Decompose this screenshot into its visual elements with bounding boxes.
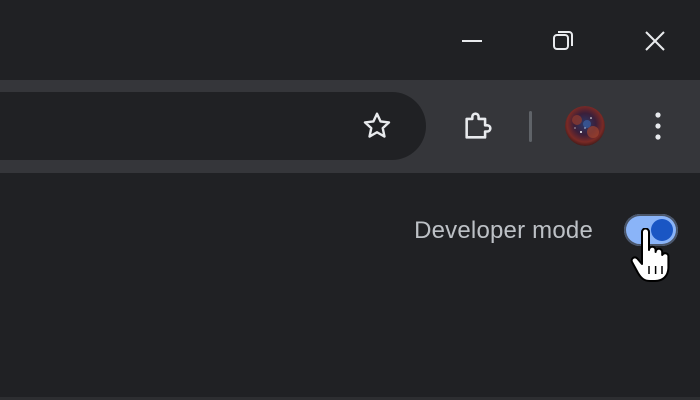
browser-toolbar <box>0 80 700 173</box>
star-icon <box>363 112 391 138</box>
title-bar <box>0 0 700 80</box>
close-icon <box>645 31 665 51</box>
extensions-page-content: Developer mode <box>0 173 700 400</box>
restore-icon <box>553 31 573 50</box>
avatar[interactable] <box>565 106 605 146</box>
bookmark-button[interactable] <box>354 103 400 149</box>
browser-window: Developer mode <box>0 0 700 400</box>
close-button[interactable] <box>632 18 678 64</box>
kebab-menu-icon <box>655 112 661 140</box>
address-bar[interactable] <box>0 92 426 160</box>
toolbar-divider <box>529 111 532 142</box>
minimize-icon <box>462 40 482 42</box>
hand-pointer-cursor-icon <box>630 228 670 282</box>
extensions-button[interactable] <box>455 103 501 149</box>
developer-mode-label: Developer mode <box>414 217 593 244</box>
puzzle-icon <box>465 112 492 139</box>
minimize-button[interactable] <box>449 18 495 64</box>
restore-button[interactable] <box>540 18 586 64</box>
profile-avatar-icon <box>565 106 605 146</box>
browser-menu-button[interactable] <box>635 103 681 149</box>
